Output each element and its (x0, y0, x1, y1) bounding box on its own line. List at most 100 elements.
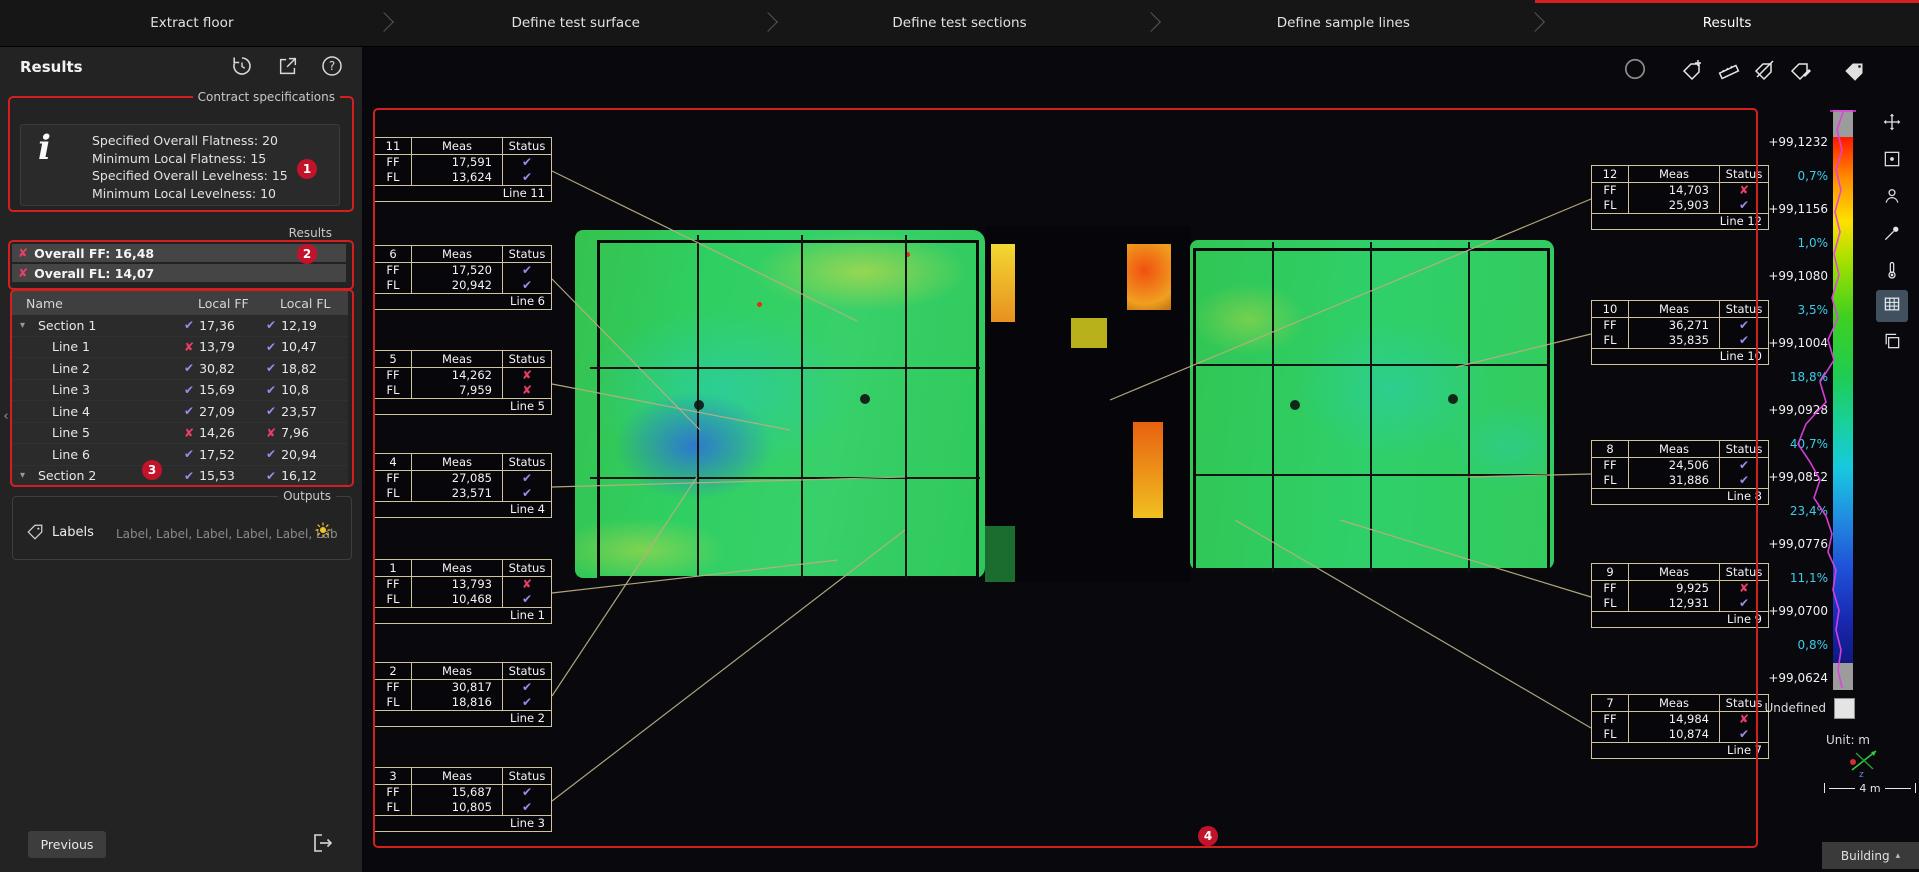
labels-output-value[interactable]: Label, Label, Label, Label, Label, Lab (116, 527, 338, 541)
label-ff-value: 30,817 (412, 680, 502, 695)
edit-labels-button[interactable] (1786, 56, 1816, 86)
measurement-label[interactable]: 11 Meas Status FF 17,591 ✔ FL 13,624 ✔ L… (374, 137, 552, 202)
column-name[interactable]: Name (12, 296, 198, 311)
colorization-button[interactable] (1876, 256, 1908, 288)
sample-line[interactable] (590, 367, 980, 369)
label-header: 6 Meas Status (375, 246, 551, 263)
tab-results[interactable]: Results (1535, 0, 1919, 46)
measurement-label[interactable]: 1 Meas Status FF 13,793 ✘ FL 10,468 ✔ Li… (374, 559, 552, 624)
local-fl-value: 7,96 (281, 425, 309, 440)
measurement-label[interactable]: 3 Meas Status FF 15,687 ✔ FL 10,805 ✔ Li… (374, 767, 552, 832)
label-header: 2 Meas Status (375, 663, 551, 680)
previous-button[interactable]: Previous (28, 831, 106, 858)
sample-line[interactable] (1196, 364, 1550, 366)
sample-line[interactable] (590, 477, 980, 479)
table-row[interactable]: Line 1✘13,79✔10,47 (12, 337, 348, 359)
table-row[interactable]: Line 3✔15,69✔10,8 (12, 380, 348, 402)
local-ff-value: 14,26 (199, 425, 235, 440)
info-icon: i (38, 128, 51, 168)
status-fail-icon: ✘ (522, 577, 532, 591)
undefined-checkbox[interactable] (1834, 698, 1855, 719)
column-local-fl[interactable]: Local FL (280, 296, 348, 311)
callout-badge-1: 1 (297, 159, 317, 179)
tab-extract-floor[interactable]: Extract floor (0, 0, 384, 46)
label-number: 6 (375, 246, 412, 262)
help-button[interactable]: ? (318, 54, 346, 82)
table-row[interactable]: ▾Section 1✔17,36✔12,19 (12, 315, 348, 337)
label-fl-value: 10,805 (412, 800, 502, 815)
measurement-label[interactable]: 5 Meas Status FF 14,262 ✘ FL 7,959 ✘ Lin… (374, 350, 552, 415)
measurement-label[interactable]: 2 Meas Status FF 30,817 ✔ FL 18,816 ✔ Li… (374, 662, 552, 727)
sample-line[interactable] (801, 235, 803, 578)
histogram-percentage: 40,7% (1734, 428, 1828, 462)
table-row[interactable]: Line 4✔27,09✔23,57 (12, 401, 348, 423)
show-labels-button[interactable] (1840, 56, 1870, 86)
column-local-ff[interactable]: Local FF (198, 296, 280, 311)
measure-label-button[interactable] (1714, 56, 1744, 86)
histogram-percentage: 18,8% (1734, 361, 1828, 395)
local-fl-value: 23,57 (281, 404, 317, 419)
sample-line[interactable] (1196, 474, 1550, 476)
local-ff-value: 30,82 (199, 361, 235, 376)
table-row[interactable]: ▾Section 2✔15,53✔16,12 (12, 466, 348, 488)
local-ff-value: 17,36 (199, 318, 235, 333)
fit-view-icon (1882, 149, 1902, 173)
chevron-down-icon[interactable]: ▾ (12, 320, 34, 331)
layers-button[interactable] (1876, 327, 1908, 359)
label-dimensions-icon (1717, 57, 1741, 85)
first-person-view-button[interactable] (1876, 182, 1908, 214)
color-scale-bar[interactable] (1833, 110, 1853, 690)
label-ff-value: 27,085 (412, 471, 502, 486)
measurement-label[interactable]: 6 Meas Status FF 17,520 ✔ FL 20,942 ✔ Li… (374, 245, 552, 310)
sun-icon[interactable] (314, 521, 332, 543)
help-icon: ? (320, 54, 344, 82)
clear-labels-button[interactable] (1750, 56, 1780, 86)
building-selector[interactable]: Building ▴ (1822, 842, 1919, 869)
floor-heatmap-middle[interactable] (985, 226, 1191, 582)
label-fl-value: 10,874 (1629, 727, 1719, 742)
clipping-tool-button[interactable] (1876, 219, 1908, 251)
overall-result-text: Overall FF: 16,48 (34, 246, 154, 261)
scale-bar: 4 m (1824, 780, 1916, 796)
tab-define-test-surface[interactable]: Define test surface (384, 0, 768, 46)
table-row[interactable]: Line 6✔17,52✔20,94 (12, 444, 348, 466)
pan-tool-button[interactable] (1876, 108, 1908, 140)
row-name: Line 2 (12, 361, 90, 376)
histogram-percentage: 23,4% (1734, 495, 1828, 529)
status-pass-icon: ✔ (266, 404, 276, 418)
contract-line: Specified Overall Flatness: 20 (92, 132, 288, 150)
status-circle-button[interactable] (1620, 56, 1650, 86)
status-fail-icon: ✘ (522, 383, 532, 397)
sample-line[interactable] (1272, 242, 1274, 572)
label-fl-value: 10,468 (412, 592, 502, 607)
table-row[interactable]: Line 2✔30,82✔18,82 (12, 358, 348, 380)
tab-define-sample-lines[interactable]: Define sample lines (1151, 0, 1535, 46)
label-fl-row: FL 18,816 ✔ (375, 695, 551, 710)
status-pass-icon: ✔ (1739, 727, 1749, 741)
fit-view-button[interactable] (1876, 145, 1908, 177)
overall-result-row: ✘Overall FF: 16,48 (12, 244, 346, 262)
row-name: Line 1 (12, 339, 90, 354)
orientation-gizmo[interactable]: z (1846, 742, 1884, 784)
add-label-button[interactable] (1678, 56, 1708, 86)
chevron-down-icon[interactable]: ▾ (12, 470, 34, 481)
sample-line[interactable] (905, 235, 907, 578)
measurement-label[interactable]: 4 Meas Status FF 27,085 ✔ FL 23,571 ✔ Li… (374, 453, 552, 518)
reset-view-button[interactable] (228, 54, 256, 82)
panel-collapse-handle[interactable]: ‹ (0, 398, 12, 434)
sample-line[interactable] (1468, 242, 1470, 572)
label-ff-row: FF 13,793 ✘ (375, 577, 551, 592)
sample-line[interactable] (1370, 242, 1372, 572)
grid-view-button[interactable] (1876, 290, 1908, 322)
open-external-button[interactable] (274, 54, 302, 82)
history-icon (230, 54, 254, 82)
export-button[interactable] (304, 830, 342, 860)
sample-line[interactable] (697, 235, 699, 578)
test-section-1[interactable] (597, 240, 979, 579)
label-number: 10 (1592, 301, 1629, 317)
comet-icon (1882, 223, 1902, 247)
table-header: Name Local FF Local FL (12, 291, 348, 315)
label-header: 5 Meas Status (375, 351, 551, 368)
tab-define-test-sections[interactable]: Define test sections (768, 0, 1152, 46)
table-row[interactable]: Line 5✘14,26✘7,96 (12, 423, 348, 445)
